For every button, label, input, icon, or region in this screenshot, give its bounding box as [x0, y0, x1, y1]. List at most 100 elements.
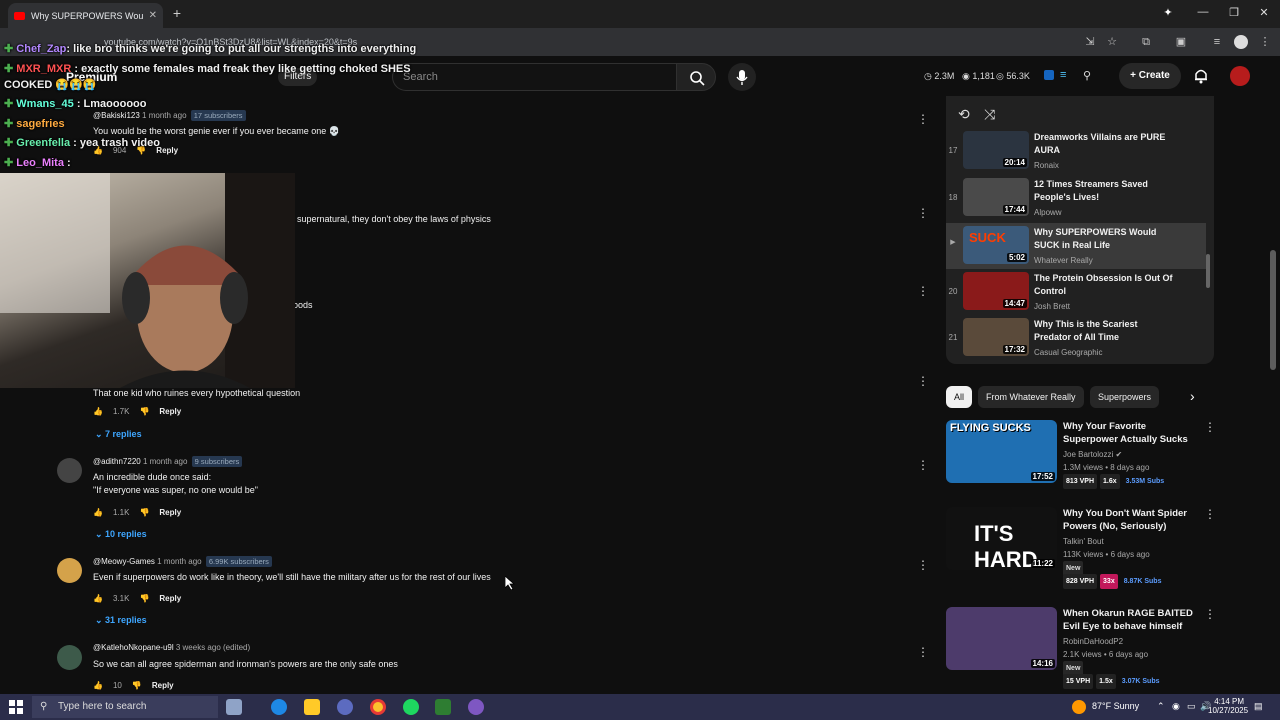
playlist-channel[interactable]: Josh Brett [1034, 302, 1070, 311]
like-icon[interactable]: 👍 [93, 681, 103, 690]
maximize-icon[interactable]: ❐ [1224, 6, 1244, 19]
weather-sun-icon[interactable] [1072, 700, 1086, 714]
file-explorer-icon[interactable] [304, 699, 320, 715]
profile-icon[interactable] [1234, 35, 1248, 49]
chevron-right-icon[interactable]: › [1190, 388, 1195, 404]
view-replies-button[interactable]: ⌄ 10 replies [95, 529, 147, 540]
bookmark-star-icon[interactable]: ☆ [1105, 35, 1119, 49]
comment-time[interactable]: 3 weeks ago (edited) [176, 643, 250, 652]
new-tab-icon[interactable]: + [170, 5, 184, 21]
search-button[interactable] [676, 63, 716, 91]
create-button[interactable]: + Create [1119, 63, 1181, 89]
search-input[interactable]: Search [392, 63, 676, 91]
comment-menu-icon[interactable]: ⋮ [917, 645, 929, 659]
video-title[interactable]: Why You Don't Want Spider Powers (No, Se… [1063, 507, 1203, 533]
comment-time[interactable]: 1 month ago [142, 111, 186, 120]
recommended-video[interactable]: FLYING SUCKS 17:52 Why Your Favorite Sup… [946, 420, 1216, 500]
playlist-item[interactable]: 21 17:32 Why This is the Scariest Predat… [946, 318, 1206, 364]
network-icon[interactable]: ▭ [1187, 701, 1196, 712]
playlist-thumbnail[interactable]: 17:32 [963, 318, 1029, 356]
extension-sparkle-icon[interactable]: ✦ [1158, 6, 1178, 19]
reply-button[interactable]: Reply [159, 508, 181, 517]
like-icon[interactable]: 👍 [93, 407, 103, 416]
reply-button[interactable]: Reply [152, 681, 174, 690]
playlist-title[interactable]: The Protein Obsession Is Out Of Control [1034, 272, 1174, 298]
chip-superpowers[interactable]: Superpowers [1090, 386, 1160, 408]
recommended-video[interactable]: IT'S HARD 11:22 Why You Don't Want Spide… [946, 507, 1216, 589]
windows-start-icon[interactable] [9, 700, 23, 714]
list-icon[interactable]: ≡ [1060, 69, 1066, 81]
commenter-avatar[interactable] [57, 458, 82, 483]
chip-all[interactable]: All [946, 386, 973, 408]
anime-app-icon[interactable] [226, 699, 242, 715]
browser-tab[interactable]: Why SUPERPOWERS Would SU ✕ [8, 3, 163, 28]
playlist-channel[interactable]: Whatever Really [1034, 256, 1093, 265]
pin-icon[interactable]: ⚲ [1083, 69, 1091, 82]
playlist-channel[interactable]: Ronaix [1034, 161, 1059, 170]
page-scrollbar[interactable] [1270, 250, 1276, 370]
playlist-title[interactable]: 12 Times Streamers Saved People's Lives! [1034, 178, 1174, 204]
account-avatar[interactable] [1230, 66, 1250, 86]
commenter-avatar[interactable] [57, 558, 82, 583]
video-title[interactable]: When Okarun RAGE BAITED Evil Eye to beha… [1063, 607, 1203, 633]
notifications-button[interactable] [1192, 66, 1210, 84]
commenter-avatar[interactable] [57, 645, 82, 670]
video-thumbnail[interactable]: IT'S HARD 11:22 [946, 507, 1057, 570]
taskbar-search-input[interactable]: ⚲ Type here to search [32, 696, 218, 718]
voice-search-button[interactable] [728, 63, 756, 91]
tray-app-icon[interactable]: ◉ [1172, 701, 1180, 712]
comment-time[interactable]: 1 month ago [157, 557, 201, 566]
excel-icon[interactable] [435, 699, 451, 715]
chip-from-channel[interactable]: From Whatever Really [978, 386, 1084, 408]
comment-menu-icon[interactable]: ⋮ [917, 458, 929, 472]
spotify-icon[interactable] [403, 699, 419, 715]
channel-name[interactable]: Joe Bartolozzi ✔ [1063, 448, 1122, 461]
tab-close-icon[interactable]: ✕ [149, 10, 157, 21]
notification-center-icon[interactable]: ▤ [1254, 701, 1263, 712]
reading-list-icon[interactable]: ≡ [1210, 35, 1224, 49]
dislike-icon[interactable]: 👎 [139, 407, 149, 416]
discord-icon[interactable] [468, 699, 484, 715]
view-replies-button[interactable]: ⌄ 7 replies [95, 429, 142, 440]
playlist-title[interactable]: Dreamworks Villains are PURE AURA [1034, 131, 1174, 157]
browser-menu-icon[interactable]: ⋮ [1258, 35, 1272, 49]
view-replies-button[interactable]: ⌄ 31 replies [95, 615, 147, 626]
weather-text[interactable]: 87°F Sunny [1092, 701, 1139, 711]
chrome-icon[interactable] [370, 699, 386, 715]
playlist-thumbnail[interactable]: 14:47 [963, 272, 1029, 310]
edge-icon[interactable] [271, 699, 287, 715]
video-title[interactable]: Why Your Favorite Superpower Actually Su… [1063, 420, 1203, 446]
extension-icon[interactable] [1044, 70, 1054, 80]
comment-menu-icon[interactable]: ⋮ [917, 374, 929, 388]
comment-handle[interactable]: @adithn7220 [93, 457, 141, 466]
comment-handle[interactable]: @Meowy-Games [93, 557, 155, 566]
reply-button[interactable]: Reply [159, 407, 181, 416]
dislike-icon[interactable]: 👎 [139, 594, 149, 603]
comment-handle[interactable]: @KatlehoNkopane-u9l [93, 643, 174, 652]
playlist-thumbnail[interactable]: 20:14 [963, 131, 1029, 169]
sidebar-icon[interactable]: ▣ [1174, 35, 1188, 49]
video-thumbnail[interactable]: 14:16 [946, 607, 1057, 670]
comment-menu-icon[interactable]: ⋮ [917, 206, 929, 220]
vpn-icon[interactable] [337, 699, 353, 715]
playlist-thumbnail[interactable]: 17:44 [963, 178, 1029, 216]
playlist-item-current[interactable]: ▶ SUCK 5:02 Why SUPERPOWERS Would SUCK in… [946, 223, 1206, 269]
playlist-channel[interactable]: Alpoww [1034, 208, 1062, 217]
extensions-icon[interactable]: ⧉ [1139, 35, 1153, 49]
playlist-thumbnail[interactable]: SUCK 5:02 [963, 226, 1029, 264]
playlist-item[interactable]: 18 17:44 12 Times Streamers Saved People… [946, 178, 1206, 224]
playlist-item[interactable]: 20 14:47 The Protein Obsession Is Out Of… [946, 272, 1206, 318]
comment-menu-icon[interactable]: ⋮ [917, 284, 929, 298]
video-menu-icon[interactable]: ⋮ [1204, 420, 1216, 434]
shuffle-icon[interactable]: ⤨ [984, 106, 995, 123]
channel-name[interactable]: Talkin' Bout [1063, 535, 1104, 548]
comment-menu-icon[interactable]: ⋮ [917, 558, 929, 572]
playlist-scrollbar[interactable] [1206, 254, 1210, 288]
playlist-item[interactable]: 17 20:14 Dreamworks Villains are PURE AU… [946, 131, 1206, 177]
playlist-title[interactable]: Why SUPERPOWERS Would SUCK in Real Life [1034, 226, 1174, 252]
clock[interactable]: 4:14 PM 10/27/2025 [1208, 697, 1248, 715]
install-icon[interactable]: ⇲ [1083, 35, 1097, 49]
recommended-video[interactable]: 14:16 When Okarun RAGE BAITED Evil Eye t… [946, 607, 1216, 689]
like-icon[interactable]: 👍 [93, 508, 103, 517]
close-window-icon[interactable]: ✕ [1254, 6, 1274, 19]
